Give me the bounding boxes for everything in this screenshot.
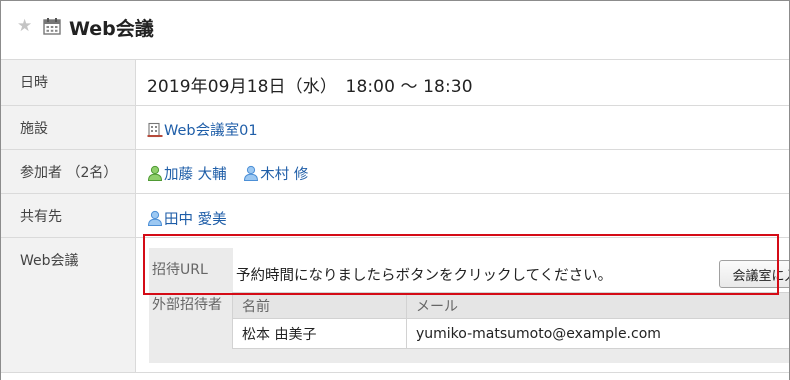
page-title: Web会議 [69,18,154,40]
row-web-meeting: Web会議 招待URL 予約時間になりましたらボタンをクリックしてください。 会… [1,237,789,373]
column-header-email: メール [406,292,789,319]
row-label: 日時 [1,60,136,105]
column-header-name: 名前 [232,292,407,319]
table-row: 松本 由美子 yumiko-matsumoto@example.com [232,318,789,349]
row-datetime: 日時 2019年09月18日（水） 18:00 ～ 18:30 [1,59,789,105]
participant-link[interactable]: 加藤 大輔 [147,165,231,183]
star-icon[interactable]: ★ [17,17,35,35]
calendar-icon [43,18,61,35]
user-icon [244,165,259,181]
page-header: ★ Web会議 [1,1,789,53]
row-label: 施設 [1,106,136,149]
invite-message: 予約時間になりましたらボタンをクリックしてください。 [236,268,613,284]
share-value: 田中 愛美 [147,208,227,229]
participant-link[interactable]: 木村 修 [243,165,308,183]
facility-value: Web会議室01 [147,119,258,140]
guest-name: 松本 由美子 [232,318,407,349]
external-invitees-label: 外部招待者 [152,297,222,313]
schedule-detail-table: 日時 2019年09月18日（水） 18:00 ～ 18:30 施設 Web会議… [1,59,789,373]
row-label: 共有先 [1,194,136,237]
row-share: 共有先 田中 愛美 [1,193,789,237]
user-icon [147,210,163,226]
join-meeting-button[interactable]: 会議室に入室する [719,260,789,288]
web-meeting-panel: 招待URL 予約時間になりましたらボタンをクリックしてください。 会議室に入室す… [149,248,789,363]
row-label: Web会議 [1,238,136,372]
external-invitees-table: 名前 メール 松本 由美子 yumiko-matsumoto@example.c… [232,292,789,349]
invite-url-label: 招待URL [152,262,208,278]
facility-icon [147,122,163,138]
participants-value: 加藤 大輔 木村 修 [147,163,308,184]
share-user-link[interactable]: 田中 愛美 [147,210,227,228]
datetime-value: 2019年09月18日（水） 18:00 ～ 18:30 [147,77,473,97]
schedule-detail-window: ★ Web会議 日時 2019年09月18日（水） 18:00 ～ 18:30 … [0,0,790,380]
row-facility: 施設 Web会議室01 [1,105,789,149]
row-participants: 参加者 （2名） 加藤 大輔 木村 修 [1,149,789,193]
invite-url-cell: 予約時間になりましたらボタンをクリックしてください。 会議室に入室する [233,248,789,292]
user-icon [147,165,163,181]
facility-link[interactable]: Web会議室01 [147,122,258,139]
row-label: 参加者 （2名） [1,150,136,193]
guest-email: yumiko-matsumoto@example.com [406,318,789,349]
